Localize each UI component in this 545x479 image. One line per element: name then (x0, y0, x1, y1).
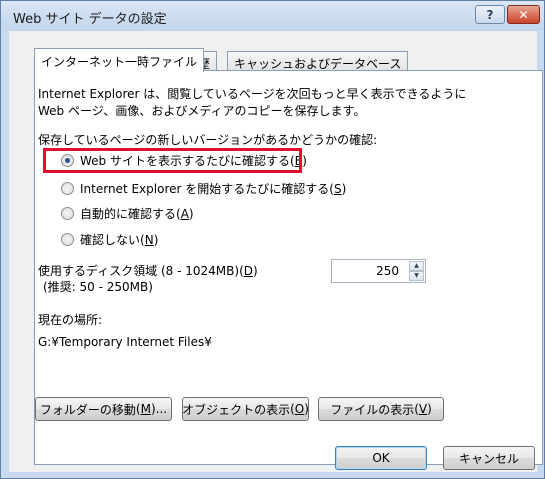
radio-every-start[interactable] (61, 182, 74, 195)
access-key: A (180, 207, 189, 221)
description-line-2: Web ページ、画像、およびメディアのコピーを保存します。 (38, 104, 366, 118)
current-location-path: G:¥Temporary Internet Files¥ (38, 335, 212, 349)
highlight-box (43, 148, 302, 173)
title-bar[interactable]: Web サイト データの設定 ? ✕ (1, 1, 544, 31)
radio-automatic-label[interactable]: 自動的に確認する(A) (80, 205, 194, 222)
access-key: V (418, 402, 428, 416)
access-key: N (144, 233, 154, 247)
close-button[interactable]: ✕ (507, 5, 540, 24)
help-icon: ? (486, 7, 494, 22)
cancel-button[interactable]: キャンセル (443, 446, 535, 470)
current-location-label: 現在の場所: (38, 313, 103, 327)
access-key: S (333, 182, 342, 196)
view-files-button[interactable]: ファイルの表示(V) (318, 397, 444, 421)
tab-label: キャッシュおよびデータベース (234, 57, 402, 71)
disk-space-spinner[interactable]: 250 ▲ ▼ (331, 259, 426, 283)
spin-up-icon[interactable]: ▲ (409, 261, 424, 271)
spinner-arrows: ▲ ▼ (409, 261, 424, 281)
access-key: O (294, 402, 305, 416)
spin-down-icon[interactable]: ▼ (409, 271, 424, 281)
tab-label: インターネット一時ファイル (41, 55, 198, 69)
radio-automatic[interactable] (61, 207, 74, 220)
radio-never[interactable] (61, 233, 74, 246)
option-text: 自動的に確認する (80, 207, 177, 221)
button-label: ファイルの表示 (330, 402, 415, 417)
close-icon: ✕ (518, 7, 529, 22)
button-suffix: ... (155, 402, 168, 416)
access-key: D (243, 264, 253, 278)
radio-every-start-label[interactable]: Internet Explorer を開始するたびに確認する(S) (80, 180, 346, 197)
option-text: 確認しない (80, 233, 141, 247)
dialog-window: Web サイト データの設定 ? ✕ インターネット一時ファイル 履歴 キャッシ… (0, 0, 545, 479)
disk-label-text: 使用するディスク領域 (8 - 1024MB) (38, 264, 240, 278)
access-key: M (140, 402, 151, 416)
button-label: オブジェクトの表示 (182, 402, 291, 417)
option-text: Internet Explorer を開始するたびに確認する (80, 182, 330, 196)
tab-caches-and-databases[interactable]: キャッシュおよびデータベース (227, 51, 409, 71)
disk-recommend-label: (推奨: 50 - 250MB) (43, 280, 153, 294)
disk-space-label: 使用するディスク領域 (8 - 1024MB)(D) (38, 264, 258, 278)
description-line-1: Internet Explorer は、閲覧しているページを次回もっと早く表示で… (38, 87, 467, 101)
check-section-heading: 保存しているページの新しいバージョンがあるかどうかの確認: (38, 133, 378, 147)
radio-never-label[interactable]: 確認しない(N) (80, 231, 158, 248)
disk-space-value[interactable]: 250 (376, 264, 399, 278)
tab-temporary-internet-files[interactable]: インターネット一時ファイル (34, 48, 205, 72)
view-objects-button[interactable]: オブジェクトの表示(O) (182, 397, 309, 421)
help-button[interactable]: ? (475, 5, 505, 24)
window-title: Web サイト データの設定 (13, 12, 167, 27)
ok-button[interactable]: OK (335, 446, 427, 470)
move-folder-button[interactable]: フォルダーの移動(M)... (35, 397, 172, 421)
button-label: フォルダーの移動 (39, 402, 136, 417)
